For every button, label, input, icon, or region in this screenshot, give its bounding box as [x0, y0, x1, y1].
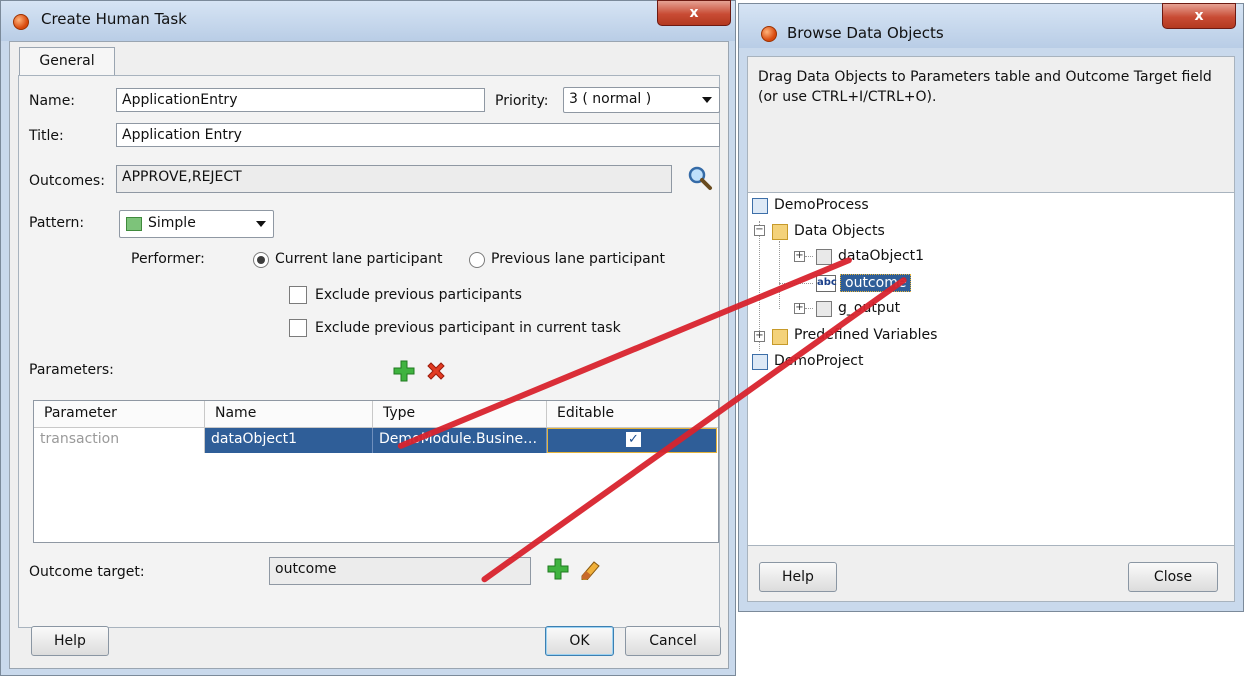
outcomes-label: Outcomes: — [29, 173, 105, 189]
parameters-table[interactable]: Parameter Name Type Editable transaction… — [33, 400, 719, 543]
cell-type[interactable]: DemoModule.Busine… — [373, 428, 547, 453]
help-button[interactable]: Help — [759, 562, 837, 592]
add-icon[interactable] — [393, 360, 415, 382]
delete-icon[interactable] — [425, 360, 447, 382]
radio-previous-lane-label[interactable]: Previous lane participant — [491, 251, 665, 267]
data-object-tree[interactable]: DemoProcess − Data Objects + dataObject1… — [747, 192, 1235, 546]
oracle-app-icon — [761, 26, 777, 42]
oracle-app-icon — [13, 14, 29, 30]
cell-parameter[interactable]: transaction — [34, 428, 205, 453]
dialog-title: Create Human Task — [41, 10, 187, 28]
tree-connector — [779, 241, 780, 309]
expand-icon[interactable]: + — [794, 303, 805, 314]
person-icon — [126, 217, 142, 231]
string-type-icon: abc — [816, 275, 837, 292]
tree-connector — [805, 308, 813, 309]
tree-connector — [805, 256, 813, 257]
column-header-parameter[interactable]: Parameter — [34, 401, 205, 428]
performer-label: Performer: — [131, 251, 205, 267]
tab-general[interactable]: General — [19, 47, 115, 75]
business-object-icon — [816, 301, 832, 317]
title-label: Title: — [29, 128, 64, 144]
chevron-down-icon — [702, 97, 712, 103]
close-button[interactable]: Close — [1128, 562, 1218, 592]
pattern-select[interactable]: Simple — [119, 210, 274, 238]
dialog-title: Browse Data Objects — [787, 24, 944, 42]
exclude-previous-checkbox[interactable] — [289, 286, 307, 304]
title-bar[interactable]: Browse Data Objects x — [739, 3, 1243, 48]
help-button[interactable]: Help — [31, 626, 109, 656]
tree-node-data-objects[interactable]: Data Objects — [794, 223, 885, 239]
collapse-icon[interactable]: − — [754, 225, 765, 236]
title-bar[interactable]: Create Human Task x — [1, 0, 735, 41]
name-label: Name: — [29, 93, 76, 109]
browse-data-objects-dialog: Browse Data Objects x Drag Data Objects … — [738, 3, 1244, 612]
name-field[interactable]: ApplicationEntry — [116, 88, 485, 112]
cell-name[interactable]: dataObject1 — [205, 428, 373, 453]
exclude-previous-label[interactable]: Exclude previous participants — [315, 287, 522, 303]
search-icon[interactable] — [687, 165, 713, 191]
editable-checkbox[interactable]: ✓ — [626, 432, 641, 447]
column-header-name[interactable]: Name — [205, 401, 373, 428]
chevron-down-icon — [256, 221, 266, 227]
project-icon — [752, 354, 768, 370]
general-panel — [18, 75, 720, 628]
folder-icon — [772, 329, 788, 345]
create-human-task-dialog: Create Human Task x General Name: Applic… — [0, 0, 736, 676]
close-window-button[interactable]: x — [657, 0, 731, 26]
expand-icon[interactable]: + — [754, 331, 765, 342]
parameters-label: Parameters: — [29, 362, 114, 378]
expand-icon[interactable]: + — [794, 251, 805, 262]
add-icon[interactable] — [547, 558, 569, 580]
business-object-icon — [816, 249, 832, 265]
ok-button[interactable]: OK — [545, 626, 614, 656]
outcomes-field[interactable]: APPROVE,REJECT — [116, 165, 672, 193]
folder-icon — [772, 224, 788, 240]
exclude-current-checkbox[interactable] — [289, 319, 307, 337]
radio-current-lane-label[interactable]: Current lane participant — [275, 251, 442, 267]
instructions-text: Drag Data Objects to Parameters table an… — [758, 69, 1212, 105]
tree-node-demoprocess[interactable]: DemoProcess — [774, 197, 869, 213]
column-header-editable[interactable]: Editable — [547, 401, 718, 428]
exclude-current-label[interactable]: Exclude previous participant in current … — [315, 320, 621, 336]
pattern-value: Simple — [148, 215, 196, 231]
priority-value: 3 ( normal ) — [569, 91, 652, 107]
instructions-panel: Drag Data Objects to Parameters table an… — [747, 56, 1235, 192]
radio-current-lane[interactable] — [253, 252, 269, 268]
process-icon — [752, 198, 768, 214]
eraser-icon[interactable] — [578, 558, 602, 581]
pattern-label: Pattern: — [29, 215, 85, 231]
close-window-button[interactable]: x — [1162, 3, 1236, 29]
priority-select[interactable]: 3 ( normal ) — [563, 87, 720, 113]
radio-previous-lane[interactable] — [469, 252, 485, 268]
cancel-button[interactable]: Cancel — [625, 626, 721, 656]
outcome-target-label: Outcome target: — [29, 564, 145, 580]
title-field[interactable]: Application Entry — [116, 123, 720, 147]
priority-label: Priority: — [495, 93, 549, 109]
